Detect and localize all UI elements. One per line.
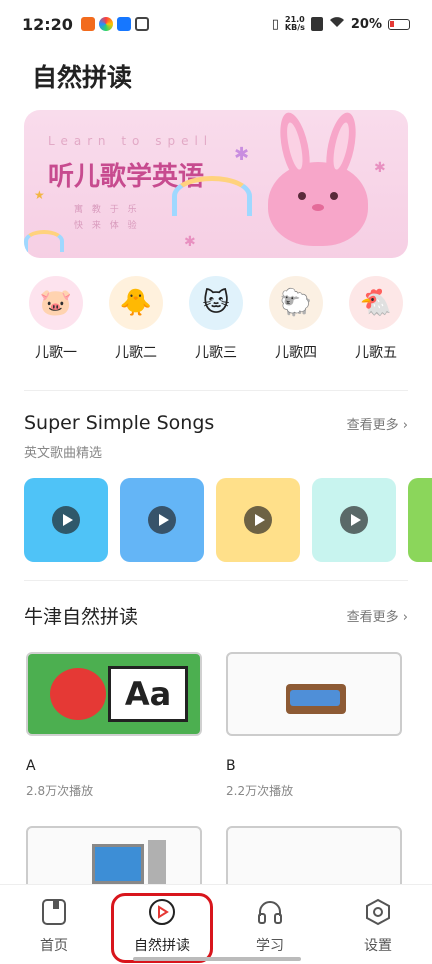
tab-label: 首页 [40,938,68,954]
wifi-icon [329,16,345,32]
course-play-count: 2.8万次播放 [26,784,94,798]
video-card[interactable] [120,478,204,562]
course-card-a[interactable]: Aa A 2.8万次播放 [26,652,206,799]
status-time: 12:20 [22,14,73,34]
book-icon [39,897,69,927]
song-item-4[interactable]: 🐑 儿歌四 [264,276,328,362]
banner-tagline: 寓 教 于 乐 [74,205,140,215]
song-label: 儿歌五 [355,345,397,361]
tab-home[interactable]: 首页 [0,885,108,964]
course-thumbnail: Aa [26,652,202,736]
song-item-3[interactable]: 🐱 儿歌三 [184,276,248,362]
home-indicator[interactable] [133,957,301,961]
song-item-5[interactable]: 🐔 儿歌五 [344,276,408,362]
see-more-link[interactable]: 查看更多 › [347,414,408,433]
tab-label: 设置 [364,938,392,954]
section-subtitle: 英文歌曲精选 [24,446,103,461]
nursery-songs-row: 🐷 儿歌一 🐥 儿歌二 🐱 儿歌三 🐑 儿歌四 🐔 儿歌五 [24,276,408,362]
banner-subtitle: Learn to spell [48,134,214,148]
video-carousel[interactable] [24,478,432,564]
status-bar: 12:20 ▯ 21.0 KB/s 20% [0,0,432,48]
sim-off-icon [310,17,323,31]
notification-app-icon [80,17,95,31]
promo-banner[interactable]: Learn to spell 听儿歌学英语 寓 教 于 乐 快 来 体 验 ✱ … [24,110,408,258]
sheep-icon: 🐑 [269,276,323,330]
headphones-icon [255,897,285,927]
star-icon: ★ [34,188,45,202]
divider [24,580,408,581]
song-label: 儿歌二 [115,345,157,361]
section-title: Super Simple Songs [24,412,215,434]
play-icon [52,506,80,534]
video-card[interactable] [312,478,396,562]
rainbow-decoration [24,230,64,252]
star-icon: ✱ [374,160,386,176]
song-label: 儿歌一 [35,345,77,361]
play-icon [244,506,272,534]
letter-card: Aa [108,666,188,722]
video-card[interactable] [216,478,300,562]
song-item-1[interactable]: 🐷 儿歌一 [24,276,88,362]
chicken-icon: 🐔 [349,276,403,330]
computer-tower [148,840,166,890]
bottom-tab-bar: 首页 自然拼读 学习 设置 [0,884,432,964]
page-title: 自然拼读 [32,63,133,92]
vibrate-icon: ▯ [271,16,279,32]
settings-hexagon-icon [363,897,393,927]
star-icon: ✱ [234,144,250,165]
battery-percent: 20% [350,16,382,32]
bunny-illustration [268,110,368,246]
computer-icon [92,844,144,884]
apple-icon [50,668,106,720]
notification-app-icon [116,17,131,31]
notification-app-icon [134,17,149,31]
tab-learn[interactable]: 学习 [216,885,324,964]
play-icon [148,506,176,534]
song-label: 儿歌四 [275,345,317,361]
bed-blanket [290,690,340,706]
course-card-b[interactable]: B 2.2万次播放 [226,652,406,799]
video-card[interactable] [408,478,432,562]
notification-app-icon [98,17,113,31]
star-icon: ✱ [184,234,196,250]
divider [24,390,408,391]
tab-settings[interactable]: 设置 [324,885,432,964]
section-header-oxford: 牛津自然拼读 查看更多 › [24,602,408,629]
tab-label: 学习 [256,938,284,954]
cat-icon: 🐱 [189,276,243,330]
status-app-icons [80,17,149,31]
see-more-link[interactable]: 查看更多 › [347,606,408,625]
song-label: 儿歌三 [195,345,237,361]
course-name: A [26,758,36,774]
song-item-2[interactable]: 🐥 儿歌二 [104,276,168,362]
course-name: B [226,758,236,774]
banner-tagline: 快 来 体 验 [74,221,140,231]
course-thumbnail [226,652,402,736]
rainbow-decoration [172,176,252,216]
section-title: 牛津自然拼读 [24,606,139,628]
network-speed: 21.0 KB/s [284,15,305,32]
selection-highlight [111,893,213,963]
pig-icon: 🐷 [29,276,83,330]
course-play-count: 2.2万次播放 [226,784,294,798]
section-header-songs: Super Simple Songs 查看更多 › [24,412,408,434]
play-icon [340,506,368,534]
battery-icon [388,18,410,30]
chick-icon: 🐥 [109,276,163,330]
video-card[interactable] [24,478,108,562]
